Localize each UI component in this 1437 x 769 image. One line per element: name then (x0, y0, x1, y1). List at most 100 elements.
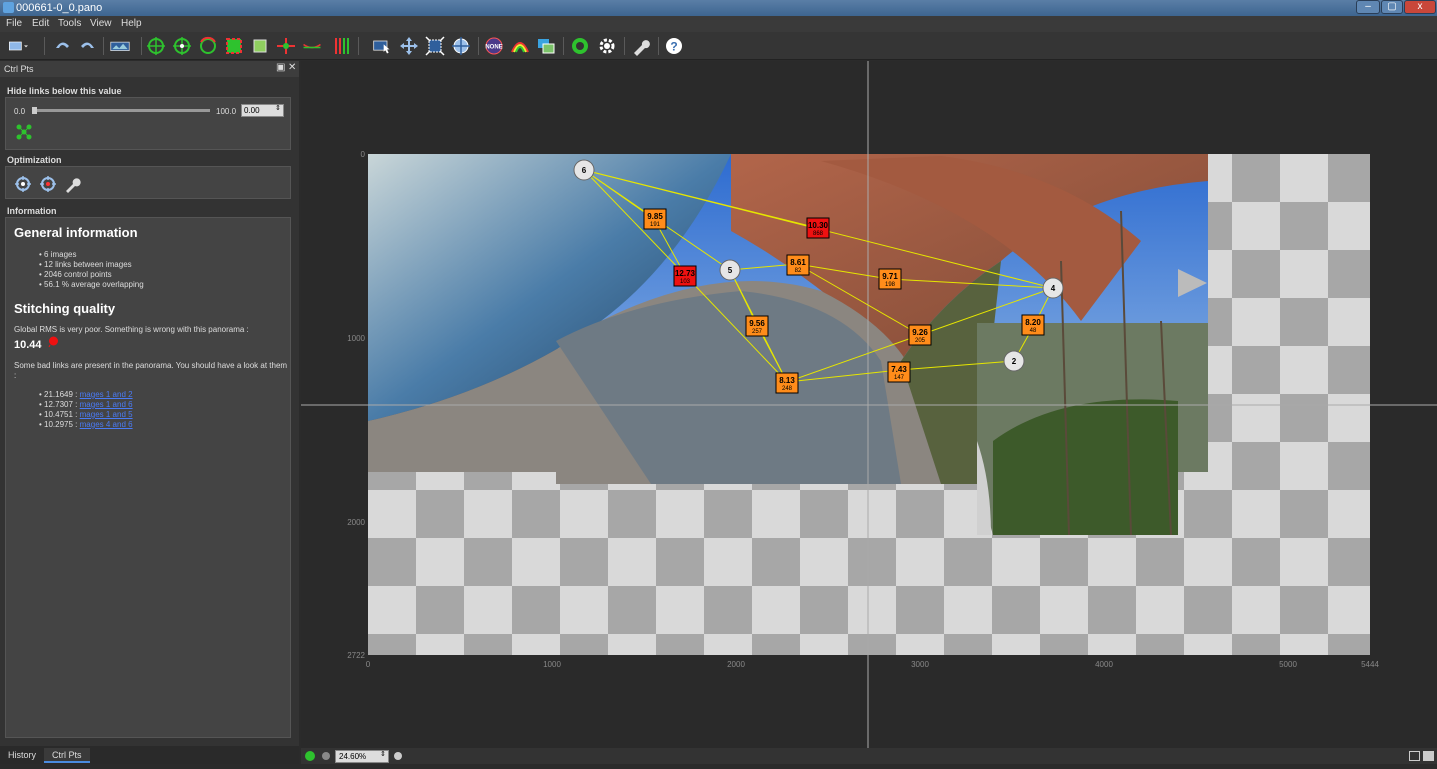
fit-icon[interactable] (250, 36, 270, 56)
zoom-arrows-icon[interactable]: ⇕ (380, 750, 386, 758)
link-box[interactable]: 9.71198 (878, 268, 902, 290)
information-box: General information • 6 images • 12 link… (5, 217, 291, 738)
bad-link-4-6[interactable]: mages 4 and 6 (80, 420, 133, 429)
settings-icon[interactable] (597, 36, 617, 56)
title-bar: 000661-0_0.pano – ▢ x (0, 0, 1437, 16)
slider-handle[interactable] (32, 107, 37, 114)
svg-text:5: 5 (728, 266, 733, 275)
grid-icon[interactable] (1423, 751, 1434, 761)
svg-text:257: 257 (752, 329, 763, 335)
link-box[interactable]: 9.26205 (908, 324, 932, 346)
move-drag-icon[interactable] (399, 36, 419, 56)
show-links-icon[interactable] (16, 124, 32, 140)
stat-item: • 6 images (39, 250, 77, 259)
colour-icon[interactable] (510, 36, 530, 56)
svg-text:6: 6 (582, 166, 587, 175)
rms-value: 10.44 (14, 339, 42, 351)
bottom-tabs: History Ctrl Pts (0, 746, 299, 764)
bad-link-1-5[interactable]: mages 1 and 5 (80, 410, 133, 419)
help-icon[interactable]: ? (664, 36, 684, 56)
panel-header: Ctrl Pts ▣ ✕ (0, 61, 299, 77)
maximize-button[interactable]: ▢ (1381, 0, 1403, 14)
none-icon[interactable]: NONE (484, 36, 504, 56)
rotate-icon[interactable] (198, 36, 218, 56)
zoom-fit-icon[interactable] (305, 751, 315, 761)
y-tick: 2000 (347, 518, 365, 527)
svg-text:198: 198 (885, 282, 896, 288)
optimize-bad-icon[interactable] (39, 175, 57, 193)
center-icon[interactable] (172, 36, 192, 56)
float-icon[interactable]: ▣ (276, 62, 285, 73)
link-box[interactable]: 7.43147 (887, 361, 911, 383)
close-panel-icon[interactable]: ✕ (288, 62, 296, 73)
redo-icon[interactable] (78, 36, 98, 56)
tab-ctrl-pts[interactable]: Ctrl Pts (44, 748, 90, 763)
identify-icon[interactable] (451, 36, 471, 56)
panorama-viewport[interactable]: 0 1000 2000 3000 4000 5000 5444 0 1000 2… (301, 61, 1437, 748)
image-node[interactable]: 6 (573, 159, 595, 181)
threshold-spinbox[interactable]: 0.00 ⇕ (241, 104, 284, 117)
image-node[interactable]: 4 (1042, 277, 1064, 299)
bad-links-list: • 21.1649 : mages 1 and 2 • 12.7307 : ma… (39, 390, 133, 430)
svg-text:248: 248 (782, 386, 793, 392)
svg-text:NONE: NONE (485, 45, 502, 51)
tools-icon[interactable] (631, 36, 651, 56)
svg-text:8.61: 8.61 (790, 258, 806, 267)
tab-history[interactable]: History (0, 748, 44, 763)
stat-item: • 12 links between images (39, 260, 132, 269)
menu-tools[interactable]: Tools (58, 18, 81, 29)
rms-text: Global RMS is very poor. Something is wr… (14, 325, 249, 334)
menu-file[interactable]: File (6, 18, 22, 29)
crop-icon[interactable] (224, 36, 244, 56)
optimize-icon[interactable] (14, 175, 32, 193)
zoom-out-icon[interactable] (322, 752, 330, 760)
overlap-icon[interactable] (536, 36, 556, 56)
panel-title: Ctrl Pts (4, 64, 34, 74)
link-box[interactable]: 8.2048 (1021, 314, 1045, 336)
link-box[interactable]: 9.56257 (745, 315, 769, 337)
x-tick: 3000 (911, 660, 929, 669)
link-box[interactable]: 9.85191 (643, 208, 667, 230)
spin-arrows-icon[interactable]: ⇕ (275, 104, 281, 112)
panorama-canvas[interactable]: 0 1000 2000 3000 4000 5000 5444 0 1000 2… (301, 61, 1437, 748)
svg-text:?: ? (670, 40, 677, 54)
close-button[interactable]: x (1404, 0, 1436, 14)
threshold-value: 0.00 (244, 106, 260, 115)
zoom-in-icon[interactable] (394, 752, 402, 760)
stat-item: • 2046 control points (39, 270, 112, 279)
minimize-button[interactable]: – (1356, 0, 1380, 14)
zoom-spinbox[interactable]: 24.60% ⇕ (335, 750, 389, 763)
svg-text:9.56: 9.56 (749, 319, 765, 328)
menu-view[interactable]: View (90, 18, 112, 29)
link-box[interactable]: 10.30868 (806, 217, 830, 239)
wrench-icon[interactable] (64, 175, 82, 193)
svg-text:9.71: 9.71 (882, 272, 898, 281)
layout-icon[interactable] (1409, 751, 1420, 761)
bad-links-text: Some bad links are present in the panora… (14, 361, 288, 380)
link-box[interactable]: 8.13248 (775, 372, 799, 394)
bad-link-1-6[interactable]: mages 1 and 6 (80, 400, 133, 409)
image-node[interactable]: 5 (719, 259, 741, 281)
horizon-icon[interactable] (302, 36, 328, 56)
ctrl-pts-panel: Ctrl Pts ▣ ✕ Hide links below this value… (0, 61, 299, 746)
project-icon[interactable] (8, 36, 38, 56)
straighten-icon[interactable] (276, 36, 296, 56)
menu-help[interactable]: Help (121, 18, 142, 29)
bad-link-1-2[interactable]: mages 1 and 2 (80, 390, 133, 399)
threshold-slider[interactable] (32, 109, 210, 112)
link-box[interactable]: 12.73103 (673, 265, 697, 287)
preview-icon[interactable] (570, 36, 590, 56)
menu-edit[interactable]: Edit (32, 18, 49, 29)
optimization-box (5, 166, 291, 199)
undo-icon[interactable] (52, 36, 72, 56)
add-control-points-icon[interactable] (146, 36, 166, 56)
panorama-view-icon[interactable] (110, 36, 136, 56)
svg-text:7.43: 7.43 (891, 365, 907, 374)
fit-frame-icon[interactable] (425, 36, 445, 56)
vertical-lines-icon[interactable] (332, 36, 352, 56)
general-info-heading: General information (14, 225, 138, 240)
select-icon[interactable] (372, 36, 396, 56)
image-node[interactable]: 2 (1003, 350, 1025, 372)
svg-text:205: 205 (915, 338, 926, 344)
link-box[interactable]: 8.6182 (786, 254, 810, 276)
